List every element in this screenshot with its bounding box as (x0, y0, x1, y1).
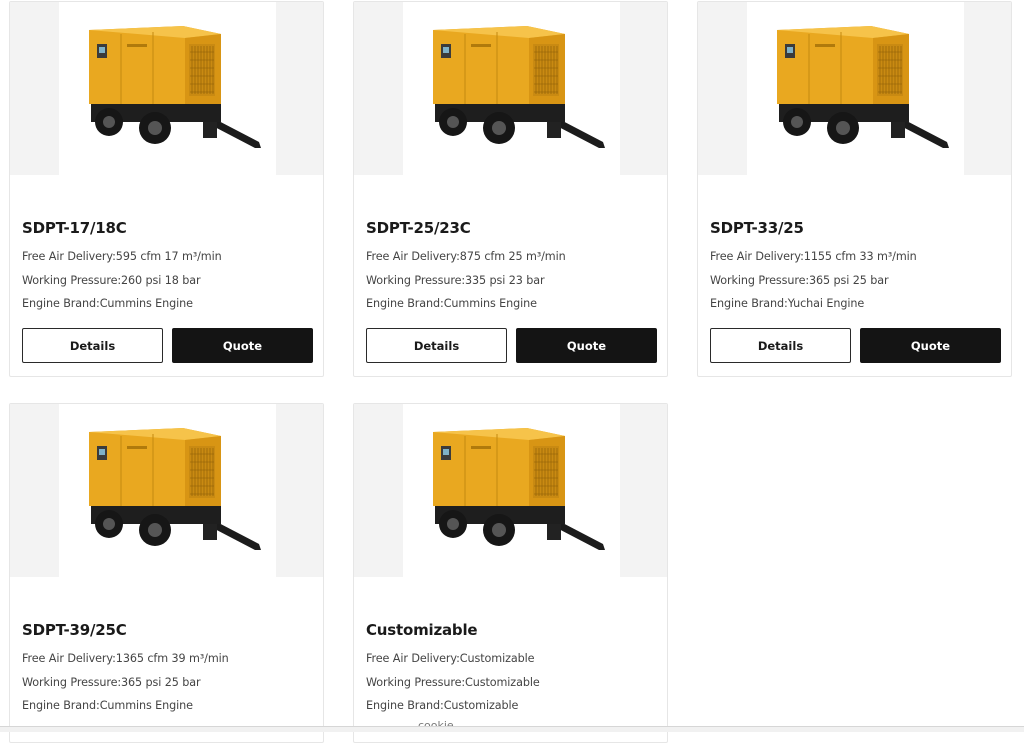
quote-button[interactable]: Quote (516, 328, 657, 363)
quote-button[interactable]: Quote (860, 328, 1001, 363)
product-image-area[interactable] (10, 404, 323, 577)
spec-engine-brand: Engine Brand:Yuchai Engine (710, 297, 865, 310)
product-image[interactable] (403, 404, 620, 577)
product-card: SDPT-33/25 Free Air Delivery:1155 cfm 33… (697, 1, 1012, 377)
product-image-area[interactable] (10, 2, 323, 175)
details-button[interactable]: Details (710, 328, 851, 363)
product-card: SDPT-17/18C Free Air Delivery:595 cfm 17… (9, 1, 324, 377)
product-image[interactable] (403, 2, 620, 175)
product-image[interactable] (59, 2, 276, 175)
product-title[interactable]: Customizable (366, 621, 478, 639)
compressor-image (777, 26, 949, 148)
product-title[interactable]: SDPT-33/25 (710, 219, 804, 237)
spec-air-delivery: Free Air Delivery:Customizable (366, 652, 535, 665)
spec-working-pressure: Working Pressure:365 psi 25 bar (710, 274, 889, 287)
product-title[interactable]: SDPT-17/18C (22, 219, 127, 237)
details-button[interactable]: Details (366, 328, 507, 363)
product-card: SDPT-39/25C Free Air Delivery:1365 cfm 3… (9, 403, 324, 743)
product-card: Customizable Free Air Delivery:Customiza… (353, 403, 668, 743)
product-image-area[interactable] (354, 404, 667, 577)
spec-air-delivery: Free Air Delivery:1365 cfm 39 m³/min (22, 652, 229, 665)
product-card: SDPT-25/23C Free Air Delivery:875 cfm 25… (353, 1, 668, 377)
product-image-area[interactable] (698, 2, 1011, 175)
spec-engine-brand: Engine Brand:Cummins Engine (22, 699, 193, 712)
product-image[interactable] (59, 404, 276, 577)
details-button[interactable]: Details (22, 328, 163, 363)
spec-engine-brand: Engine Brand:Cummins Engine (366, 297, 537, 310)
compressor-image (433, 428, 605, 550)
spec-working-pressure: Working Pressure:260 psi 18 bar (22, 274, 201, 287)
spec-air-delivery: Free Air Delivery:1155 cfm 33 m³/min (710, 250, 917, 263)
product-image[interactable] (747, 2, 964, 175)
quote-button[interactable]: Quote (172, 328, 313, 363)
spec-air-delivery: Free Air Delivery:595 cfm 17 m³/min (22, 250, 222, 263)
spec-working-pressure: Working Pressure:Customizable (366, 676, 540, 689)
compressor-image (433, 26, 605, 148)
product-image-area[interactable] (354, 2, 667, 175)
spec-engine-brand: Engine Brand:Cummins Engine (22, 297, 193, 310)
compressor-image (89, 26, 261, 148)
compressor-image (89, 428, 261, 550)
product-title[interactable]: SDPT-39/25C (22, 621, 127, 639)
cookie-banner (0, 726, 1024, 732)
spec-air-delivery: Free Air Delivery:875 cfm 25 m³/min (366, 250, 566, 263)
product-title[interactable]: SDPT-25/23C (366, 219, 471, 237)
spec-working-pressure: Working Pressure:335 psi 23 bar (366, 274, 545, 287)
spec-engine-brand: Engine Brand:Customizable (366, 699, 519, 712)
spec-working-pressure: Working Pressure:365 psi 25 bar (22, 676, 201, 689)
